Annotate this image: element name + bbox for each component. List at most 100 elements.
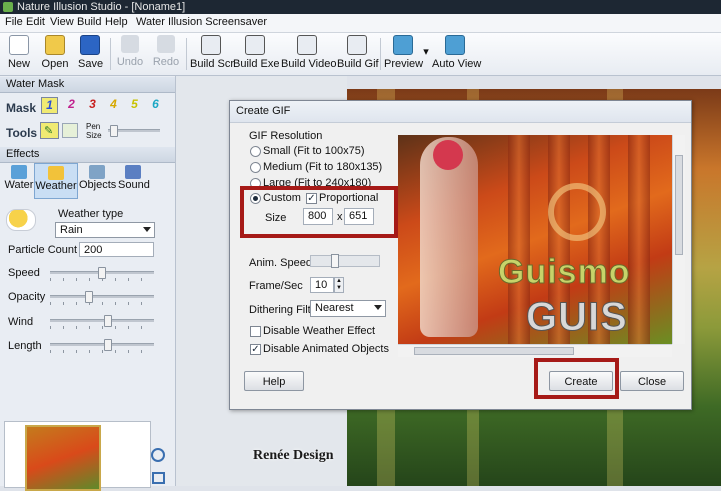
anim-speed-label: Anim. Speed [249, 257, 312, 269]
effect-tab-objects[interactable]: Objects [79, 165, 116, 197]
mask-button-6[interactable]: 6 [148, 97, 163, 112]
custom-size-highlight [240, 186, 398, 238]
res-medium-label[interactable]: Medium (Fit to 180x135) [263, 161, 382, 173]
preview-horizontal-scrollbar[interactable] [398, 344, 672, 357]
mask-label: Mask [6, 101, 37, 115]
toolbar-separator [186, 38, 187, 70]
res-small-radio[interactable] [250, 146, 261, 157]
preview-icon [393, 35, 413, 55]
res-small-label[interactable]: Small (Fit to 100x75) [263, 145, 364, 157]
particle-count-field[interactable]: 200 [79, 242, 154, 257]
wind-label: Wind [8, 316, 34, 328]
length-slider[interactable] [50, 339, 154, 353]
redo-icon [157, 35, 175, 53]
build-gif-button[interactable]: Build Gif [337, 35, 379, 73]
menu-water-illusion[interactable]: Water Illusion Screensaver [136, 16, 267, 28]
figure-hat [433, 140, 463, 170]
menu-help[interactable]: Help [105, 16, 128, 28]
menu-build[interactable]: Build [77, 16, 101, 28]
water-mask-header: Water Mask [0, 77, 175, 93]
preview-dropdown-arrow[interactable]: ▾ [422, 45, 430, 83]
menu-view[interactable]: View [50, 16, 74, 28]
anim-speed-slider-thumb[interactable] [331, 254, 339, 268]
pen-size-slider[interactable] [108, 125, 160, 137]
speed-slider[interactable] [50, 267, 154, 281]
auto-view-button[interactable]: Auto View [432, 35, 481, 73]
mask-button-5[interactable]: 5 [127, 97, 142, 112]
disable-weather-label[interactable]: Disable Weather Effect [263, 325, 375, 337]
dithering-select[interactable]: Nearest [310, 300, 386, 317]
build-scr-icon [201, 35, 221, 55]
create-button-highlight [534, 358, 619, 399]
window-title: Nature Illusion Studio - [Noname1] [17, 1, 186, 13]
build-gif-icon [347, 35, 367, 55]
frame-sec-stepper[interactable]: ▲ ▼ [334, 277, 344, 293]
preview-horizontal-scroll-thumb[interactable] [414, 347, 574, 355]
length-label: Length [8, 340, 42, 352]
wind-slider[interactable] [50, 315, 154, 329]
mask-button-1[interactable]: 1 [41, 97, 58, 114]
weather-type-label: Weather type [58, 208, 124, 220]
frame-sec-field[interactable]: 10 [310, 277, 334, 293]
folder-icon [45, 35, 65, 55]
thumbnail-image[interactable] [25, 425, 101, 491]
mask-button-2[interactable]: 2 [64, 97, 79, 112]
pen-icon: ✎ [44, 125, 54, 137]
particle-count-label: Particle Count [8, 244, 78, 256]
fit-view-icon[interactable] [152, 472, 165, 484]
disable-animated-checkbox[interactable]: ✓ [250, 344, 261, 355]
build-video-button[interactable]: Build Video [281, 35, 336, 73]
chevron-down-icon [374, 305, 382, 310]
objects-icon [89, 165, 105, 179]
opacity-slider[interactable] [50, 291, 154, 305]
title-bar: Nature Illusion Studio - [Noname1] [0, 0, 721, 14]
toolbar-separator [110, 38, 111, 70]
build-scr-button[interactable]: Build Scr [190, 35, 234, 73]
help-button[interactable]: Help [244, 371, 304, 391]
floppy-icon [80, 35, 100, 55]
film-icon [297, 35, 317, 55]
effect-tab-water[interactable]: Water [4, 165, 34, 197]
effect-tab-weather[interactable]: Weather [34, 163, 78, 199]
preview-vertical-scrollbar[interactable] [672, 135, 685, 344]
weather-icon [48, 166, 64, 180]
preview-text-guis: GUIS [526, 295, 628, 340]
preview-button[interactable]: Preview [384, 35, 423, 73]
renee-design-watermark: Renée Design [253, 448, 334, 463]
build-exe-button[interactable]: Build Exe [233, 35, 279, 73]
undo-button[interactable]: Undo [116, 35, 144, 73]
menu-file[interactable]: File [5, 16, 23, 28]
save-button[interactable]: Save [78, 35, 103, 73]
open-button[interactable]: Open [41, 35, 69, 73]
mask-button-4[interactable]: 4 [106, 97, 121, 112]
new-file-icon [9, 35, 29, 55]
dialog-title-bar: Create GIF [230, 101, 691, 123]
auto-view-icon [445, 35, 465, 55]
left-panel: Water Mask Mask 1 2 3 4 5 6 Tools ✎ Pen … [0, 76, 176, 491]
undo-icon [121, 35, 139, 53]
effect-tab-sound[interactable]: Sound [118, 165, 150, 197]
disable-weather-checkbox[interactable] [250, 326, 261, 337]
mask-button-3[interactable]: 3 [85, 97, 100, 112]
disable-animated-label[interactable]: Disable Animated Objects [263, 343, 389, 355]
toolbar-separator [380, 38, 381, 70]
menu-edit[interactable]: Edit [26, 16, 45, 28]
frame-sec-label: Frame/Sec [249, 280, 303, 292]
eraser-tool-button[interactable] [62, 123, 78, 138]
effects-header: Effects [0, 147, 175, 163]
new-button[interactable]: New [6, 35, 32, 73]
dialog-title: Create GIF [236, 105, 291, 117]
preview-text-guismo: Guismo [498, 253, 631, 292]
pen-size-slider-thumb[interactable] [110, 125, 118, 137]
pen-tool-button[interactable]: ✎ [40, 122, 59, 139]
redo-button[interactable]: Redo [152, 35, 180, 73]
preview-vertical-scroll-thumb[interactable] [675, 155, 683, 255]
close-button[interactable]: Close [620, 371, 684, 391]
zoom-icon[interactable] [151, 448, 165, 462]
anim-speed-slider[interactable] [310, 254, 380, 268]
weather-type-select[interactable]: Rain [55, 222, 155, 238]
chevron-down-icon [143, 227, 151, 232]
res-medium-radio[interactable] [250, 162, 261, 173]
gif-resolution-label: GIF Resolution [249, 130, 323, 142]
sound-icon [125, 165, 141, 179]
